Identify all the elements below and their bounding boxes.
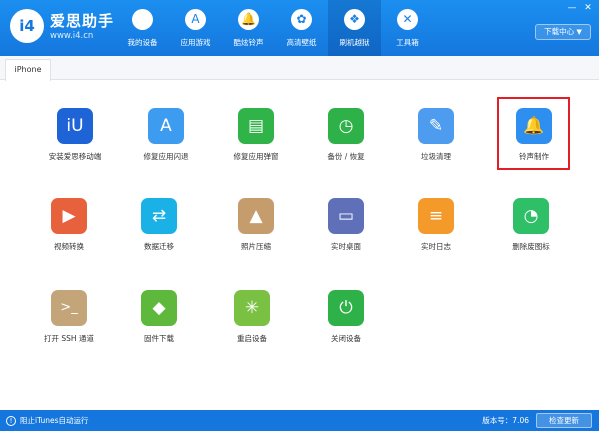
tab-iphone[interactable]: iPhone (5, 59, 51, 81)
bell-icon: 🔔 (238, 9, 259, 30)
nav-toolbox[interactable]: ✕ 工具箱 (381, 0, 434, 56)
close-button[interactable]: ✕ (581, 2, 595, 14)
tool-shutdown-device[interactable]: ⏻ 关闭设备 (298, 262, 394, 343)
header-bar: i4 爱思助手 www.i4.cn 我的设备 A 应用游戏 🔔 酷炫铃声 ✿ 高… (0, 0, 599, 56)
tool-label: 重启设备 (237, 334, 267, 343)
download-center-label: 下载中心 (544, 27, 575, 36)
nav-ringtones[interactable]: 🔔 酷炫铃声 (222, 0, 275, 56)
apple-icon (132, 9, 153, 30)
tool-label: 视频转换 (54, 242, 84, 251)
tool-video-convert[interactable]: ▶ 视频转换 (21, 170, 117, 251)
tool-firmware-download[interactable]: ◆ 固件下载 (111, 262, 207, 343)
tool-label: 垃圾清理 (421, 152, 451, 161)
tool-restart-device[interactable]: ✳ 重启设备 (204, 262, 300, 343)
terminal-icon: >_ (51, 290, 87, 326)
monitor-icon: ▭ (328, 198, 364, 234)
tool-label: 修复应用闪退 (143, 152, 189, 161)
tool-label: 修复应用弹窗 (233, 152, 279, 161)
tool-install-mobile[interactable]: iU 安装爱思移动端 (27, 80, 123, 161)
tool-label: 照片压缩 (241, 242, 271, 251)
app-logo: i4 (10, 9, 44, 43)
tool-label: 打开 SSH 通道 (44, 334, 94, 343)
window-controls: — ✕ (565, 2, 595, 14)
cube-icon: ◆ (141, 290, 177, 326)
tool-label: 固件下载 (144, 334, 174, 343)
dropbox-icon: ❖ (344, 9, 365, 30)
brand-name: 爱思助手 (50, 12, 115, 30)
nav-my-device[interactable]: 我的设备 (116, 0, 169, 56)
nav-label: 应用游戏 (180, 38, 211, 47)
nav-label: 酷炫铃声 (233, 38, 264, 47)
info-circle-icon: ! (6, 415, 16, 426)
brand-url: www.i4.cn (50, 31, 94, 41)
check-update-button[interactable]: 检查更新 (536, 413, 592, 428)
play-circle-icon: ▶ (51, 198, 87, 234)
tool-label: 删除废图标 (512, 242, 550, 251)
main-nav: 我的设备 A 应用游戏 🔔 酷炫铃声 ✿ 高清壁纸 ❖ 刷机越狱 ✕ 工具箱 (116, 0, 434, 56)
tool-fix-crash[interactable]: A 修复应用闪退 (118, 80, 214, 161)
apple-id-card-icon: ▤ (238, 108, 274, 144)
version-label: 版本号：7.06 (482, 416, 529, 425)
status-bar: ! 阻止iTunes自动运行 版本号：7.06 检查更新 (0, 410, 599, 431)
flower-icon: ✿ (291, 9, 312, 30)
app-store-icon: A (185, 9, 206, 30)
nav-flash-jailbreak[interactable]: ❖ 刷机越狱 (328, 0, 381, 56)
tools-icon: ✕ (397, 9, 418, 30)
tool-label: 实时桌面 (331, 242, 361, 251)
app-store-icon: A (148, 108, 184, 144)
download-center-button[interactable]: 下载中心 ▼ (535, 24, 591, 40)
nav-label: 高清壁纸 (286, 38, 317, 47)
tool-label: 数据迁移 (144, 242, 174, 251)
device-tab-bar: iPhone (0, 56, 599, 81)
itunes-block-label: 阻止iTunes自动运行 (20, 416, 89, 425)
tool-fix-popup[interactable]: ▤ 修复应用弹窗 (208, 80, 304, 161)
tool-photo-compress[interactable]: ▲ 照片压缩 (208, 170, 304, 251)
nav-label: 刷机越狱 (339, 38, 370, 47)
document-icon: ≡ (418, 198, 454, 234)
photo-icon: ▲ (238, 198, 274, 234)
nav-wallpapers[interactable]: ✿ 高清壁纸 (275, 0, 328, 56)
migrate-icon: ⇄ (141, 198, 177, 234)
tool-junk-clean[interactable]: ✎ 垃圾清理 (388, 80, 484, 161)
tool-open-ssh[interactable]: >_ 打开 SSH 通道 (21, 262, 117, 343)
backup-clock-icon: ◷ (328, 108, 364, 144)
tool-delete-icons[interactable]: ◔ 删除废图标 (483, 170, 579, 251)
i4-logo-icon: iU (57, 108, 93, 144)
tool-label: 备份 / 恢复 (327, 152, 365, 161)
tool-label: 关闭设备 (331, 334, 361, 343)
nav-apps-games[interactable]: A 应用游戏 (169, 0, 222, 56)
itunes-block-toggle[interactable]: ! 阻止iTunes自动运行 (6, 414, 89, 427)
minimize-button[interactable]: — (565, 2, 579, 14)
tool-label: 安装爱思移动端 (48, 152, 102, 161)
chevron-down-icon: ▼ (576, 28, 582, 36)
tool-label: 实时日志 (421, 242, 451, 251)
pie-icon: ◔ (513, 198, 549, 234)
highlight-frame (497, 97, 570, 170)
tool-live-log[interactable]: ≡ 实时日志 (388, 170, 484, 251)
tool-live-desktop[interactable]: ▭ 实时桌面 (298, 170, 394, 251)
power-icon: ⏻ (328, 290, 364, 326)
tool-backup-restore[interactable]: ◷ 备份 / 恢复 (298, 80, 394, 161)
loading-spinner-icon: ✳ (234, 290, 270, 326)
nav-label: 工具箱 (396, 38, 419, 47)
broom-icon: ✎ (418, 108, 454, 144)
tool-data-migrate[interactable]: ⇄ 数据迁移 (111, 170, 207, 251)
nav-label: 我的设备 (127, 38, 158, 47)
